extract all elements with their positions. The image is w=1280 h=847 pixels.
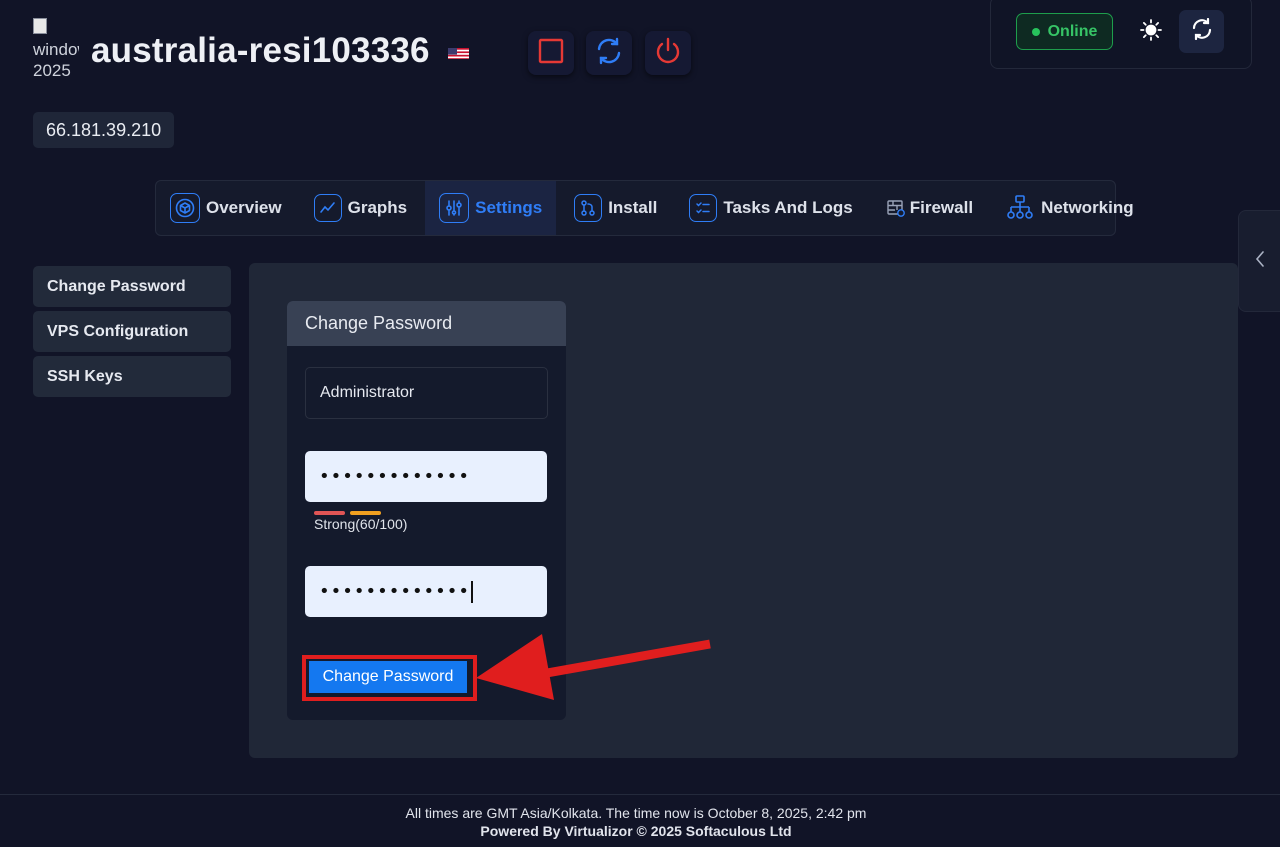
power-icon bbox=[654, 37, 682, 70]
side-drawer-toggle[interactable] bbox=[1238, 210, 1280, 312]
stop-icon bbox=[538, 38, 564, 69]
vps-title: australia-resi103336 bbox=[91, 31, 430, 70]
strength-bar-segment-1 bbox=[314, 511, 345, 515]
stop-button[interactable] bbox=[528, 31, 574, 75]
power-off-button[interactable] bbox=[645, 31, 691, 75]
theme-toggle-button[interactable] bbox=[1136, 16, 1166, 48]
username-field[interactable]: Administrator bbox=[305, 367, 548, 419]
refresh-icon bbox=[1191, 17, 1213, 45]
tab-install[interactable]: Install bbox=[556, 181, 667, 235]
sun-icon bbox=[1140, 18, 1162, 46]
confirm-password-value: ••••••••••••• bbox=[319, 581, 471, 602]
tab-firewall[interactable]: Firewall bbox=[863, 181, 983, 235]
tab-overview[interactable]: Overview bbox=[156, 181, 292, 235]
sidebar-item-change-password[interactable]: Change Password bbox=[33, 266, 231, 307]
main-tabs: Overview Graphs Settings Install Tasks A… bbox=[155, 180, 1134, 236]
tab-graphs[interactable]: Graphs bbox=[292, 181, 418, 235]
ip-address-badge: 66.181.39.210 bbox=[33, 112, 175, 148]
checklist-icon bbox=[689, 194, 718, 222]
confirm-password-field[interactable]: ••••••••••••• bbox=[305, 566, 547, 617]
sidebar-item-ssh-keys[interactable]: SSH Keys bbox=[33, 356, 231, 397]
status-badge: Online bbox=[1016, 13, 1113, 50]
tab-settings[interactable]: Settings bbox=[425, 181, 557, 235]
tab-label: Firewall bbox=[909, 198, 974, 217]
tab-label: Graphs bbox=[347, 198, 408, 217]
refresh-button[interactable] bbox=[1179, 10, 1224, 53]
password-strength-label: Strong(60/100) bbox=[314, 516, 408, 532]
tab-label: Tasks And Logs bbox=[723, 198, 853, 217]
line-chart-icon bbox=[313, 194, 342, 222]
tab-label: Install bbox=[608, 198, 658, 217]
firewall-icon bbox=[885, 193, 907, 223]
restart-icon bbox=[595, 37, 623, 70]
sliders-icon bbox=[439, 193, 470, 223]
text-cursor bbox=[471, 581, 474, 603]
box-icon bbox=[170, 193, 200, 223]
annotation-arrow-icon bbox=[476, 634, 711, 700]
us-flag-icon bbox=[448, 47, 469, 59]
change-password-button[interactable]: Change Password bbox=[309, 661, 467, 693]
card-title: Change Password bbox=[287, 301, 566, 346]
network-icon bbox=[1005, 193, 1035, 223]
broken-image-icon bbox=[33, 18, 47, 34]
tab-label: Networking bbox=[1041, 198, 1134, 217]
online-dot-icon bbox=[1031, 27, 1040, 36]
footer-time-note: All times are GMT Asia/Kolkata. The time… bbox=[405, 805, 867, 821]
status-label: Online bbox=[1047, 22, 1098, 40]
tab-label: Settings bbox=[475, 198, 543, 217]
tab-networking[interactable]: Networking bbox=[983, 181, 1144, 235]
os-logo-image: windows-2025 bbox=[33, 18, 79, 86]
sidebar-item-vps-configuration[interactable]: VPS Configuration bbox=[33, 311, 231, 352]
footer-divider bbox=[0, 794, 1280, 795]
chevron-left-icon bbox=[1254, 250, 1266, 273]
git-branch-icon bbox=[574, 194, 603, 222]
new-password-value: ••••••••••••• bbox=[319, 466, 471, 487]
tab-label: Overview bbox=[206, 198, 282, 217]
new-password-field[interactable]: ••••••••••••• bbox=[305, 451, 547, 502]
strength-bar-segment-2 bbox=[350, 511, 381, 515]
tab-tasks-and-logs[interactable]: Tasks And Logs bbox=[667, 181, 862, 235]
os-logo-alt-text: windows-2025 bbox=[33, 40, 79, 80]
restart-button[interactable] bbox=[586, 31, 632, 75]
footer-powered-by: Powered By Virtualizor © 2025 Softaculou… bbox=[480, 823, 792, 839]
